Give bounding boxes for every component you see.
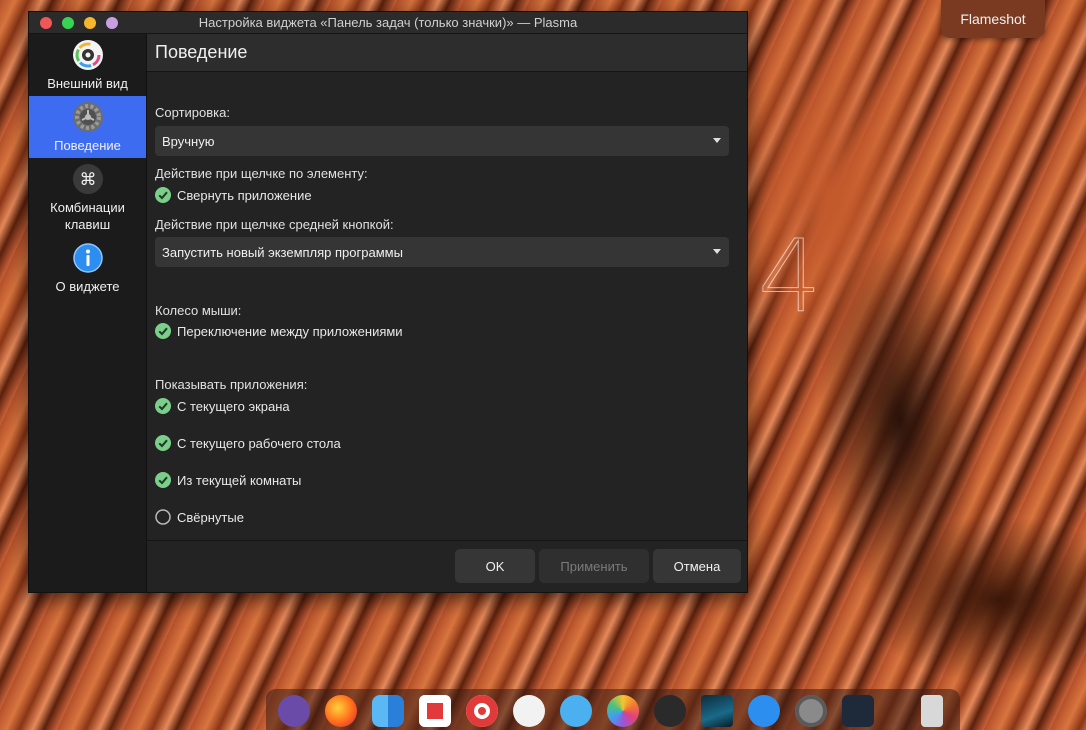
chevron-down-icon: [713, 138, 721, 143]
page-title: Поведение: [147, 34, 747, 72]
show-apps-label: Показывать приложения:: [155, 377, 308, 392]
sort-value: Вручную: [162, 133, 215, 149]
window-title: Настройка виджета «Панель задач (только …: [198, 15, 578, 30]
checkmark-icon: [155, 323, 171, 339]
main-panel: Поведение Сортировка: Вручную Действие п…: [147, 34, 747, 592]
wallpaper-icon[interactable]: [701, 695, 733, 727]
current-activity-label: Из текущей комнаты: [177, 472, 302, 488]
settings-form: Сортировка: Вручную Действие при щелчке …: [147, 72, 747, 540]
proxyman-icon[interactable]: [513, 695, 545, 727]
middle-click-label: Действие при щелчке средней кнопкой:: [155, 217, 394, 232]
screen-sharing-icon[interactable]: [842, 695, 874, 727]
sidebar: Внешний вид Поведение ⌘ Комбинации клави…: [29, 34, 147, 592]
current-desktop-label: С текущего рабочего стола: [177, 435, 341, 451]
sidebar-item-shortcuts[interactable]: ⌘ Комбинации клавиш: [29, 158, 146, 237]
sidebar-item-label: Комбинации клавиш: [50, 200, 125, 232]
ok-button[interactable]: OK: [455, 549, 535, 583]
command-key-icon: ⌘: [72, 164, 103, 194]
current-activity-checkbox[interactable]: Из текущей комнаты: [155, 472, 301, 488]
flipboard-icon[interactable]: [419, 695, 451, 727]
checkmark-icon: [155, 187, 171, 203]
wheel-label: Колесо мыши:: [155, 303, 242, 318]
checkmark-icon: [155, 435, 171, 451]
title-bar[interactable]: Настройка виджета «Панель задач (только …: [29, 12, 747, 34]
terminal-icon[interactable]: [654, 695, 686, 727]
cancel-button[interactable]: Отмена: [653, 549, 741, 583]
system-preferences-icon[interactable]: [795, 695, 827, 727]
minimize-app-checkbox[interactable]: Свернуть приложение: [155, 187, 312, 203]
sort-label: Сортировка:: [155, 105, 230, 120]
sidebar-item-appearance[interactable]: Внешний вид: [29, 34, 146, 96]
finder-icon[interactable]: [372, 695, 404, 727]
current-screen-checkbox[interactable]: С текущего экрана: [155, 398, 290, 414]
flameshot-panel[interactable]: Flameshot: [941, 0, 1045, 38]
info-icon: [72, 243, 103, 273]
appearance-icon: [72, 40, 103, 70]
dialog-footer: OK Применить Отмена: [147, 540, 747, 592]
flameshot-label: Flameshot: [960, 11, 1026, 27]
minimized-checkbox[interactable]: Свёрнутые: [155, 509, 244, 525]
unchecked-circle-icon: [155, 509, 171, 525]
record-icon[interactable]: [466, 695, 498, 727]
sidebar-item-about[interactable]: О виджете: [29, 237, 146, 299]
sidebar-item-label: Поведение: [54, 138, 121, 153]
sidebar-item-label: Внешний вид: [47, 76, 128, 91]
wheel-switch-label: Переключение между приложениями: [177, 323, 403, 339]
app-store-icon[interactable]: [748, 695, 780, 727]
middle-click-combobox[interactable]: Запустить новый экземпляр программы: [155, 237, 729, 267]
sort-combobox[interactable]: Вручную: [155, 126, 729, 156]
gear-icon: [72, 102, 103, 132]
close-button[interactable]: [40, 16, 52, 29]
trash-icon[interactable]: [921, 695, 943, 727]
swift-icon[interactable]: [560, 695, 592, 727]
minimize-app-label: Свернуть приложение: [177, 187, 312, 203]
wheel-switch-checkbox[interactable]: Переключение между приложениями: [155, 323, 403, 339]
photos-icon[interactable]: [607, 695, 639, 727]
maximize-button[interactable]: [62, 16, 74, 29]
mustache-app-icon[interactable]: [278, 695, 310, 727]
sidebar-item-behavior[interactable]: Поведение: [29, 96, 146, 158]
svg-text:⌘: ⌘: [79, 170, 96, 190]
widget-settings-window: Настройка виджета «Панель задач (только …: [28, 11, 748, 593]
click-action-label: Действие при щелчке по элементу:: [155, 166, 368, 181]
checkmark-icon: [155, 398, 171, 414]
firefox-icon[interactable]: [325, 695, 357, 727]
checkmark-icon: [155, 472, 171, 488]
sidebar-item-label: О виджете: [55, 279, 120, 294]
desktop-number: 4: [758, 218, 823, 336]
chevron-down-icon: [713, 249, 721, 254]
minimized-label: Свёрнутые: [177, 509, 244, 525]
window-controls: [29, 16, 118, 29]
minimize-button[interactable]: [84, 16, 96, 29]
apply-button[interactable]: Применить: [539, 549, 649, 583]
middle-click-value: Запустить новый экземпляр программы: [162, 244, 403, 260]
dock: [266, 689, 960, 730]
keep-above-button[interactable]: [106, 16, 118, 29]
current-screen-label: С текущего экрана: [177, 398, 290, 414]
current-desktop-checkbox[interactable]: С текущего рабочего стола: [155, 435, 341, 451]
